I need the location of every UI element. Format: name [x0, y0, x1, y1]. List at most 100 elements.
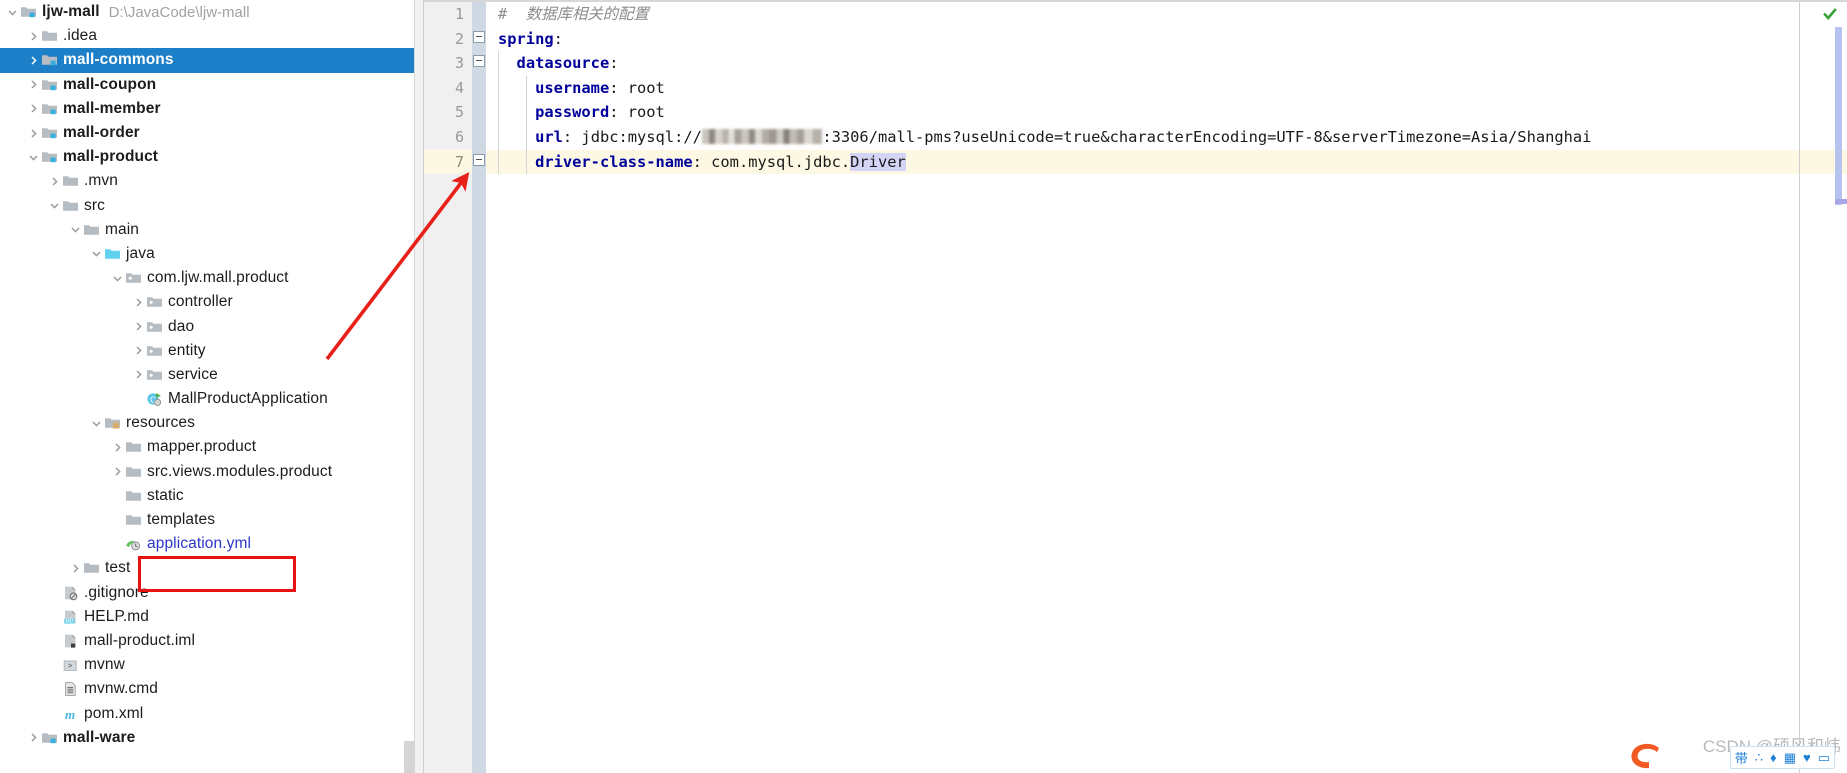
- fold-collapse-icon[interactable]: [473, 30, 485, 43]
- tree-row-service[interactable]: service: [0, 363, 414, 387]
- code-line[interactable]: url: jdbc:mysql://xxx.x.xxx.xxx:3306/mal…: [486, 125, 1847, 150]
- chevron-right-icon[interactable]: [25, 52, 41, 68]
- tree-row-mall-product-iml[interactable]: mall-product.iml: [0, 629, 414, 653]
- tree-row-gitignore[interactable]: .gitignore: [0, 581, 414, 605]
- chevron-right-icon[interactable]: [130, 367, 146, 383]
- fold-slot[interactable]: [472, 76, 486, 101]
- fold-collapse-icon[interactable]: [473, 55, 485, 68]
- code-text: :3306/mall-pms?useUnicode=true&character…: [822, 127, 1592, 146]
- fold-slot[interactable]: [472, 2, 486, 27]
- folder-package-icon: [146, 367, 163, 383]
- fold-slot[interactable]: [472, 150, 486, 175]
- tree-row-main[interactable]: main: [0, 218, 414, 242]
- editor-vertical-scrollbar[interactable]: [1835, 27, 1842, 205]
- code-line[interactable]: # 数据库相关的配置: [486, 2, 1847, 27]
- tree-row-application-yml[interactable]: application.yml: [0, 532, 414, 556]
- chevron-right-icon[interactable]: [46, 173, 62, 189]
- editor-gutter[interactable]: 1 2 3 4 5 6 7: [424, 2, 486, 773]
- code-content[interactable]: # 数据库相关的配置 spring: datasource: username: …: [486, 2, 1847, 773]
- fold-slot[interactable]: [472, 51, 486, 76]
- chevron-right-icon[interactable]: [25, 101, 41, 117]
- tree-row-dao[interactable]: dao: [0, 314, 414, 338]
- chevron-down-icon[interactable]: [88, 415, 104, 431]
- tree-row-test[interactable]: test: [0, 556, 414, 580]
- fold-slot[interactable]: [472, 100, 486, 125]
- chevron-right-icon[interactable]: [130, 319, 146, 335]
- inspection-status-check-icon[interactable]: [1823, 6, 1837, 20]
- project-tool-window[interactable]: ljw-mall D:\JavaCode\ljw-mall .idea mall-co…: [0, 0, 414, 773]
- code-line[interactable]: spring:: [486, 27, 1847, 52]
- tree-row-mallproductapplication[interactable]: C MallProductApplication: [0, 387, 414, 411]
- tree-row-label: service: [168, 365, 218, 383]
- tree-row-mvn[interactable]: .mvn: [0, 169, 414, 193]
- code-line[interactable]: datasource:: [486, 51, 1847, 76]
- tree-row-mall-product[interactable]: mall-product: [0, 145, 414, 169]
- chevron-down-icon[interactable]: [4, 4, 20, 20]
- tree-row-mall-ware[interactable]: mall-ware: [0, 726, 414, 750]
- folder-module-icon: [41, 125, 58, 141]
- tree-row-root[interactable]: ljw-mall D:\JavaCode\ljw-mall: [0, 0, 414, 24]
- folder-package-icon: [146, 319, 163, 335]
- folder-source-icon: [104, 246, 121, 262]
- tree-row-pom-xml[interactable]: m pom.xml: [0, 701, 414, 725]
- tree-row-resources[interactable]: resources: [0, 411, 414, 435]
- tree-row-mvnw-cmd[interactable]: mvnw.cmd: [0, 677, 414, 701]
- iml-file-icon: [62, 633, 79, 649]
- chevron-right-icon[interactable]: [25, 125, 41, 141]
- tree-row-label: HELP.md: [84, 607, 150, 625]
- chevron-down-icon[interactable]: [46, 198, 62, 214]
- chevron-right-icon[interactable]: [67, 560, 83, 576]
- tree-row-mall-member[interactable]: mall-member: [0, 97, 414, 121]
- chevron-down-icon[interactable]: [67, 222, 83, 238]
- chevron-right-icon[interactable]: [109, 439, 125, 455]
- code-editor[interactable]: 1 2 3 4 5 6 7 # 数据库相关的配置 spring: datasource: us…: [424, 0, 1847, 773]
- tree-row-label: ljw-mall: [42, 3, 100, 21]
- chevron-right-icon[interactable]: [25, 28, 41, 44]
- chevron-down-icon[interactable]: [88, 246, 104, 262]
- cmd-file-icon: [62, 681, 79, 697]
- code-line[interactable]: password: root: [486, 100, 1847, 125]
- line-number: 5: [454, 103, 464, 122]
- tree-row-mvnw[interactable]: > mvnw: [0, 653, 414, 677]
- maven-file-icon: m: [62, 706, 79, 722]
- fold-collapse-icon[interactable]: [473, 153, 485, 166]
- tree-row-src-views-modules-product[interactable]: src.views.modules.product: [0, 460, 414, 484]
- tree-row-label: resources: [126, 414, 195, 432]
- chevron-down-icon[interactable]: [109, 270, 125, 286]
- tree-row-com-ljw-mall-product[interactable]: com.ljw.mall.product: [0, 266, 414, 290]
- md-file-icon: MD: [62, 609, 79, 625]
- tree-row-src[interactable]: src: [0, 194, 414, 218]
- fold-slot[interactable]: [472, 125, 486, 150]
- line-number: 1: [454, 5, 464, 23]
- panel-splitter[interactable]: [414, 0, 424, 773]
- code-fold-column[interactable]: [472, 2, 486, 773]
- tree-row-mall-commons[interactable]: mall-commons: [0, 48, 414, 73]
- code-line[interactable]: username: root: [486, 76, 1847, 101]
- chevron-down-icon[interactable]: [25, 149, 41, 165]
- chevron-right-icon[interactable]: [109, 464, 125, 480]
- code-comment: # 数据库相关的配置: [498, 5, 649, 23]
- chevron-right-icon[interactable]: [130, 343, 146, 359]
- folder-module-icon: [41, 77, 58, 93]
- tree-row-label: java: [126, 244, 155, 262]
- tree-row-templates[interactable]: templates: [0, 508, 414, 532]
- tree-row-entity[interactable]: entity: [0, 339, 414, 363]
- tree-row-static[interactable]: static: [0, 484, 414, 508]
- fold-slot[interactable]: [472, 27, 486, 52]
- code-line[interactable]: driver-class-name: com.mysql.jdbc.Driver: [486, 149, 1847, 175]
- tree-row-mall-coupon[interactable]: mall-coupon: [0, 73, 414, 97]
- line-number: 7: [424, 149, 472, 175]
- svg-text:>: >: [68, 663, 73, 671]
- tree-row-mapper-product[interactable]: mapper.product: [0, 435, 414, 459]
- tree-row-mall-order[interactable]: mall-order: [0, 121, 414, 145]
- tree-row-idea[interactable]: .idea: [0, 24, 414, 48]
- chevron-right-icon[interactable]: [130, 294, 146, 310]
- chevron-right-icon[interactable]: [25, 730, 41, 746]
- tree-row-controller[interactable]: controller: [0, 290, 414, 314]
- project-panel-scrollbar[interactable]: [404, 741, 414, 773]
- project-tree[interactable]: ljw-mall D:\JavaCode\ljw-mall .idea mall-co…: [0, 0, 414, 750]
- folder-package-icon: [125, 270, 142, 286]
- chevron-right-icon[interactable]: [25, 77, 41, 93]
- tree-row-java[interactable]: java: [0, 242, 414, 266]
- tree-row-help-md[interactable]: MD HELP.md: [0, 605, 414, 629]
